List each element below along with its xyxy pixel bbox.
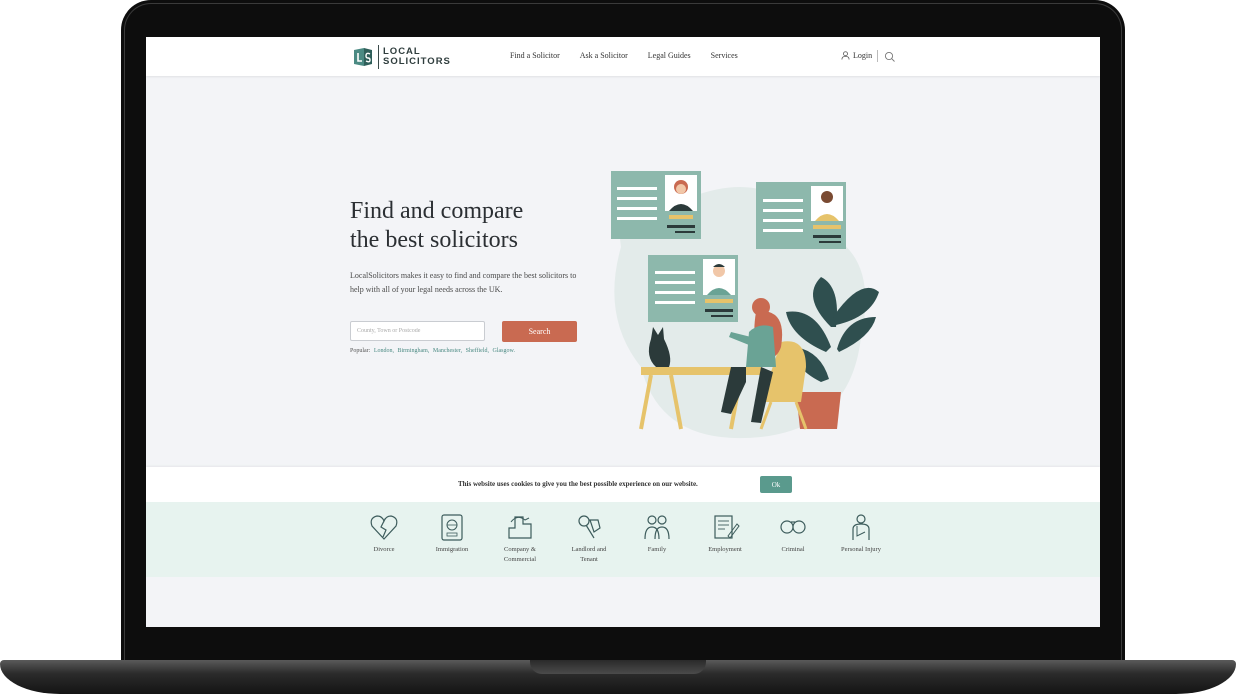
cookie-ok-button[interactable]: Ok — [760, 476, 792, 493]
contract-icon — [714, 515, 740, 539]
website-screen: LOCAL SOLICITORS Find a Solicitor Ask a … — [146, 37, 1100, 627]
popular-link-london[interactable]: London, — [374, 348, 394, 354]
category-company-commercial[interactable]: Company & Commercial — [485, 512, 555, 565]
cookie-banner: This website uses cookies to give you th… — [146, 467, 1100, 502]
search-icon[interactable] — [884, 51, 896, 63]
nav-legal-guides[interactable]: Legal Guides — [648, 51, 691, 60]
company-icon — [508, 516, 532, 539]
logo-mark-icon — [354, 48, 372, 66]
category-label: Company & Commercial — [485, 545, 555, 565]
category-family[interactable]: Family — [622, 512, 692, 555]
popular-locations: Popular: London, Birmingham, Manchester,… — [350, 348, 515, 354]
profile-card-2 — [756, 182, 846, 249]
popular-label: Popular: — [350, 348, 371, 354]
login-label: Login — [853, 51, 873, 60]
profile-card-1 — [611, 171, 701, 239]
category-immigration[interactable]: Immigration — [417, 512, 487, 555]
hero-title-line-2: the best solicitors — [350, 227, 518, 253]
logo-word-solicitors: SOLICITORS — [383, 56, 451, 67]
handcuffs-icon — [780, 520, 806, 534]
nav-find-solicitor[interactable]: Find a Solicitor — [510, 51, 560, 60]
hero-title-line-1: Find and compare — [350, 198, 524, 224]
category-label-line-1: Company & — [504, 546, 536, 553]
laptop-notch — [530, 660, 706, 674]
hero-illustration — [611, 171, 879, 439]
location-search-input[interactable] — [350, 321, 485, 341]
category-label: Divorce — [373, 546, 395, 553]
nav-ask-solicitor[interactable]: Ask a Solicitor — [580, 51, 628, 60]
popular-link-manchester[interactable]: Manchester, — [433, 348, 462, 354]
category-band: Divorce Immigration Company & Commercial — [146, 502, 1100, 577]
popular-link-glasgow[interactable]: Glasgow. — [493, 348, 515, 354]
category-landlord-tenant[interactable]: Landlord and Tenant — [554, 512, 624, 565]
broken-heart-icon — [370, 515, 398, 540]
category-employment[interactable]: Employment — [690, 512, 760, 555]
category-label: Personal Injury — [841, 546, 881, 553]
category-label: Landlord and Tenant — [554, 545, 624, 565]
injured-person-icon — [852, 514, 870, 540]
login-link[interactable]: Login — [841, 51, 872, 60]
category-criminal[interactable]: Criminal — [758, 512, 828, 555]
user-icon — [841, 51, 850, 60]
category-label: Criminal — [781, 546, 805, 553]
logo-divider — [378, 45, 379, 69]
category-label: Immigration — [435, 546, 469, 553]
category-label-line-1: Landlord and — [571, 546, 607, 553]
hero-description: LocalSolicitors makes it easy to find an… — [350, 271, 577, 294]
category-label-line-2: Tenant — [580, 556, 598, 563]
popular-link-birmingham[interactable]: Birmingham, — [398, 348, 430, 354]
passport-icon — [441, 514, 463, 541]
category-personal-injury[interactable]: Personal Injury — [826, 512, 896, 555]
main-nav: Find a Solicitor Ask a Solicitor Legal G… — [510, 51, 738, 60]
category-label: Family — [647, 546, 667, 553]
site-header: LOCAL SOLICITORS Find a Solicitor Ask a … — [146, 37, 1100, 76]
site-logo[interactable]: LOCAL SOLICITORS — [352, 44, 451, 70]
category-divorce[interactable]: Divorce — [349, 512, 419, 555]
popular-link-sheffield[interactable]: Sheffield, — [466, 348, 489, 354]
profile-card-3 — [648, 255, 738, 322]
category-label-line-2: Commercial — [503, 556, 537, 563]
family-icon — [644, 515, 670, 540]
category-label: Employment — [708, 546, 742, 553]
search-button[interactable]: Search — [502, 321, 577, 342]
logo-wordmark: LOCAL SOLICITORS — [383, 47, 451, 67]
keys-icon — [578, 515, 601, 539]
header-divider — [877, 50, 878, 62]
nav-services[interactable]: Services — [711, 51, 738, 60]
hero-title: Find and compare the best solicitors — [350, 197, 610, 255]
cookie-message: This website uses cookies to give you th… — [458, 480, 698, 488]
